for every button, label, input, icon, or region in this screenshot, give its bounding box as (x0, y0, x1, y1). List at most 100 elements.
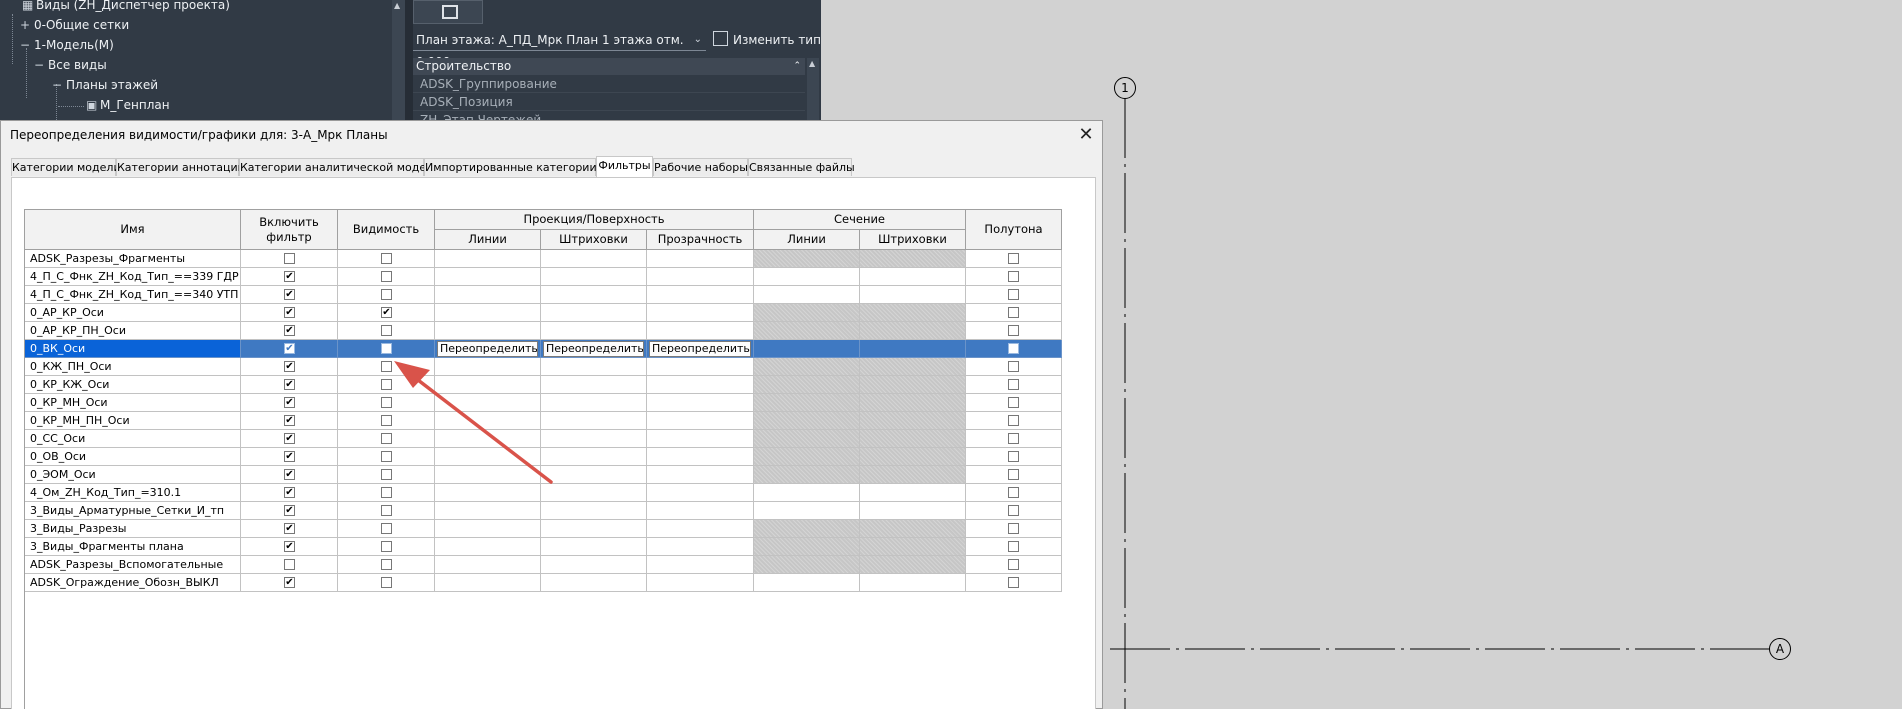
cut-override-cell[interactable] (754, 484, 860, 502)
halftone-cell[interactable] (966, 268, 1062, 286)
halftone-checkbox[interactable] (1008, 379, 1019, 390)
filter-name-cell[interactable]: 0_КЖ_ПН_Оси (25, 358, 241, 376)
visibility-cell[interactable] (338, 502, 435, 520)
filter-name-cell[interactable]: ADSK_Ограждение_Обозн_ВЫКЛ (25, 574, 241, 592)
enable-filter-cell[interactable]: ✔ (241, 484, 338, 502)
cut-override-cell[interactable] (754, 466, 860, 484)
cut-override-cell[interactable] (860, 322, 966, 340)
table-row[interactable]: 0_ОВ_Оси ✔ (25, 448, 1062, 466)
enable-filter-checkbox[interactable]: ✔ (284, 397, 295, 408)
halftone-cell[interactable] (966, 466, 1062, 484)
filter-name-cell[interactable]: 0_ОВ_Оси (25, 448, 241, 466)
cut-override-cell[interactable] (754, 556, 860, 574)
override-button[interactable]: Переопределить... (649, 341, 751, 357)
filter-name-cell[interactable]: 0_КР_КЖ_Оси (25, 376, 241, 394)
override-button[interactable]: Переопределить... (437, 341, 538, 357)
enable-filter-checkbox[interactable]: ✔ (284, 343, 295, 354)
visibility-cell[interactable] (338, 574, 435, 592)
visibility-cell[interactable] (338, 520, 435, 538)
enable-filter-checkbox[interactable]: ✔ (284, 505, 295, 516)
enable-filter-cell[interactable]: ✔ (241, 340, 338, 358)
projection-override-cell[interactable] (647, 304, 754, 322)
properties-category-header[interactable]: Строительство ⌃ (413, 58, 805, 75)
enable-filter-cell[interactable]: ✔ (241, 520, 338, 538)
filter-name-cell[interactable]: 0_СС_Оси (25, 430, 241, 448)
cut-override-cell[interactable] (860, 466, 966, 484)
filter-name-cell[interactable]: 4_П_С_Фнк_ZH_Код_Тип_==340 УТП (25, 286, 241, 304)
halftone-checkbox[interactable] (1008, 559, 1019, 570)
halftone-checkbox[interactable] (1008, 343, 1019, 354)
visibility-checkbox[interactable] (381, 361, 392, 372)
halftone-checkbox[interactable] (1008, 469, 1019, 480)
cut-override-cell[interactable] (754, 340, 860, 358)
column-header-enable-filter[interactable]: Включить фильтр (241, 210, 338, 250)
projection-override-cell[interactable] (541, 250, 647, 268)
projection-override-cell[interactable] (541, 574, 647, 592)
enable-filter-cell[interactable] (241, 556, 338, 574)
halftone-cell[interactable] (966, 286, 1062, 304)
enable-filter-cell[interactable]: ✔ (241, 358, 338, 376)
tree-item-genplan[interactable]: ▣ М_Генплан (86, 98, 170, 112)
cut-override-cell[interactable] (860, 358, 966, 376)
projection-override-cell[interactable] (541, 322, 647, 340)
table-row[interactable]: 0_СС_Оси ✔ (25, 430, 1062, 448)
projection-override-cell[interactable] (435, 412, 541, 430)
enable-filter-checkbox[interactable]: ✔ (284, 451, 295, 462)
table-row[interactable]: 0_КР_КЖ_Оси ✔ (25, 376, 1062, 394)
tab-analytical-categories[interactable]: Категории аналитической модели (239, 158, 440, 176)
halftone-cell[interactable] (966, 412, 1062, 430)
halftone-cell[interactable] (966, 520, 1062, 538)
halftone-cell[interactable] (966, 322, 1062, 340)
enable-filter-checkbox[interactable]: ✔ (284, 379, 295, 390)
enable-filter-cell[interactable]: ✔ (241, 268, 338, 286)
tree-item-floor-plans[interactable]: − Планы этажей (52, 78, 158, 92)
close-icon[interactable]: ✕ (1076, 125, 1096, 145)
projection-override-cell[interactable] (647, 520, 754, 538)
projection-override-cell[interactable] (647, 466, 754, 484)
cut-override-cell[interactable] (860, 502, 966, 520)
cut-override-cell[interactable] (860, 448, 966, 466)
enable-filter-cell[interactable]: ✔ (241, 538, 338, 556)
projection-override-cell[interactable] (541, 286, 647, 304)
cut-override-cell[interactable] (754, 520, 860, 538)
enable-filter-checkbox[interactable] (284, 253, 295, 264)
enable-filter-checkbox[interactable]: ✔ (284, 487, 295, 498)
projection-override-cell[interactable] (647, 286, 754, 304)
visibility-checkbox[interactable] (381, 577, 392, 588)
enable-filter-cell[interactable]: ✔ (241, 304, 338, 322)
halftone-cell[interactable] (966, 304, 1062, 322)
cut-override-cell[interactable] (754, 304, 860, 322)
enable-filter-cell[interactable]: ✔ (241, 286, 338, 304)
halftone-cell[interactable] (966, 430, 1062, 448)
tab-annotation-categories[interactable]: Категории аннотаций (116, 158, 245, 176)
projection-override-cell[interactable] (647, 556, 754, 574)
type-selector[interactable]: План этажа: А_ПД_Мрк План 1 этажа отм. 0… (413, 29, 706, 69)
table-row[interactable]: 4_П_С_Фнк_ZH_Код_Тип_==340 УТП ✔ (25, 286, 1062, 304)
visibility-checkbox[interactable] (381, 559, 392, 570)
projection-override-cell[interactable] (541, 466, 647, 484)
tab-model-categories[interactable]: Категории модели (11, 158, 121, 176)
halftone-checkbox[interactable] (1008, 325, 1019, 336)
projection-override-cell[interactable] (435, 430, 541, 448)
tree-item-views[interactable]: ▦ Виды (ZH_Диспетчер проекта) (22, 0, 230, 12)
filter-name-cell[interactable]: 0_ВК_Оси (25, 340, 241, 358)
halftone-cell[interactable] (966, 556, 1062, 574)
projection-override-cell[interactable]: Переопределить... (541, 340, 647, 358)
collapse-icon[interactable]: − (34, 58, 48, 72)
halftone-checkbox[interactable] (1008, 505, 1019, 516)
visibility-checkbox[interactable] (381, 253, 392, 264)
projection-override-cell[interactable] (647, 448, 754, 466)
projection-override-cell[interactable] (647, 574, 754, 592)
projection-override-cell[interactable] (435, 448, 541, 466)
halftone-cell[interactable] (966, 448, 1062, 466)
halftone-checkbox[interactable] (1008, 271, 1019, 282)
tab-imported-categories[interactable]: Импортированные категории (424, 158, 597, 176)
projection-override-cell[interactable] (541, 538, 647, 556)
projection-override-cell[interactable] (541, 394, 647, 412)
cut-override-cell[interactable] (860, 520, 966, 538)
visibility-cell[interactable] (338, 538, 435, 556)
grid-bubble[interactable]: A (1769, 638, 1791, 660)
halftone-cell[interactable] (966, 394, 1062, 412)
filter-name-cell[interactable]: 3_Виды_Разрезы (25, 520, 241, 538)
property-row[interactable]: ADSK_Позиция (413, 94, 805, 111)
